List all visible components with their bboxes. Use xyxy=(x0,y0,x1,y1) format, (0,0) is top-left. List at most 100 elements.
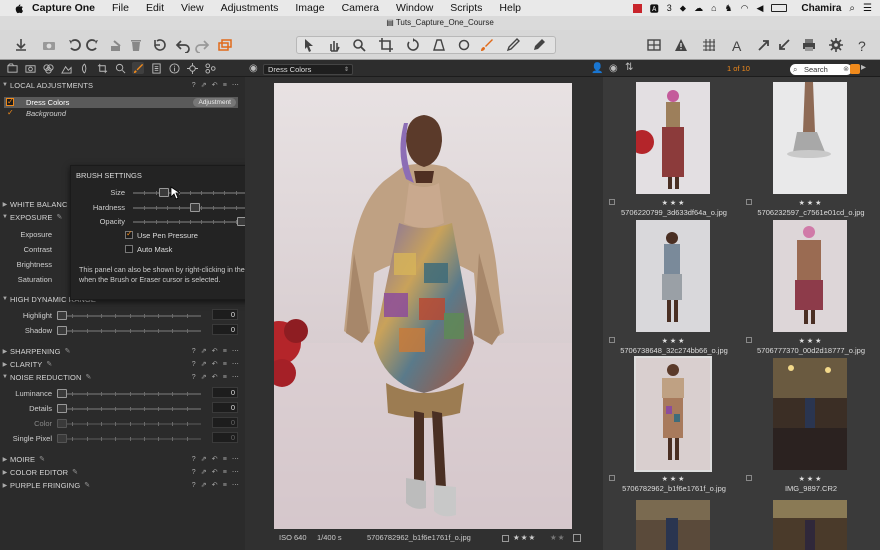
list-small-icon[interactable]: ≡ xyxy=(223,348,227,355)
grid-overlay-icon[interactable] xyxy=(700,36,718,54)
collapse-arrow-icon[interactable]: ▼ xyxy=(0,374,10,380)
thumbnail-cell[interactable]: ★★★ 5706220799_3d633df64a_o.jpg xyxy=(606,77,742,217)
cloud-icon[interactable]: ☁ xyxy=(694,3,703,14)
brush-hardness-slider[interactable] xyxy=(133,203,247,212)
thumbnail-image[interactable] xyxy=(773,358,847,470)
tab-details-icon[interactable] xyxy=(114,62,126,74)
rotate-left-icon[interactable] xyxy=(66,36,84,54)
shadow-value[interactable]: 0 xyxy=(212,324,238,335)
thumbnail-image[interactable] xyxy=(773,220,847,332)
more-icon[interactable]: ⋯ xyxy=(232,347,239,355)
reset-small-icon[interactable]: ↶ xyxy=(212,468,218,476)
user-name[interactable]: Chamira xyxy=(801,3,841,14)
user-icon[interactable]: 👤 xyxy=(591,63,603,74)
thumbnail-rating[interactable]: ★★★ xyxy=(606,337,742,345)
tab-metadata-icon[interactable] xyxy=(168,62,180,74)
eye-icon[interactable]: ◉ xyxy=(249,63,258,74)
layer-row-background[interactable]: ✓ Background xyxy=(4,108,238,119)
spotlight-icon[interactable]: ⌕ xyxy=(849,3,855,14)
color-editor-header[interactable]: ▶ COLOR EDITOR ✎ ? ⇗ ↶ ≡ ⋯ xyxy=(0,466,245,478)
redo-icon[interactable] xyxy=(193,36,211,54)
camera-icon[interactable] xyxy=(40,36,58,54)
tab-adjustments-icon[interactable] xyxy=(150,62,162,74)
single-pixel-slider[interactable] xyxy=(57,434,201,443)
zoom-icon[interactable] xyxy=(350,36,368,54)
use-pen-pressure-label[interactable]: Use Pen Pressure xyxy=(137,231,198,240)
luminance-value[interactable]: 0 xyxy=(212,387,238,398)
annotate-icon[interactable] xyxy=(530,36,548,54)
slider-knob[interactable] xyxy=(57,389,67,398)
ai-icon[interactable]: 🅰 xyxy=(650,2,659,15)
help-small-icon[interactable]: ? xyxy=(192,456,196,463)
reset-icon[interactable] xyxy=(150,36,168,54)
slider-knob[interactable] xyxy=(57,311,67,320)
list-small-icon[interactable]: ≡ xyxy=(223,482,227,489)
auto-mask-checkbox[interactable] xyxy=(125,245,133,253)
layer-row-dress-colors[interactable]: Dress Colors Adjustment xyxy=(4,96,238,108)
copy-adjustments-icon[interactable] xyxy=(107,36,125,54)
evernote-icon[interactable]: ♞ xyxy=(725,3,733,14)
copy-apply-icon[interactable] xyxy=(755,36,773,54)
list-small-icon[interactable]: ≡ xyxy=(223,456,227,463)
luminance-slider[interactable] xyxy=(57,389,201,398)
details-value[interactable]: 0 xyxy=(212,402,238,413)
red-square-icon[interactable] xyxy=(632,3,642,13)
expand-arrow-icon[interactable]: ▶ xyxy=(0,201,10,208)
copy-small-icon[interactable]: ⇗ xyxy=(201,468,207,476)
slider-knob[interactable] xyxy=(57,404,67,413)
moire-header[interactable]: ▶ MOIRE ✎ ? ⇗ ↶ ≡ ⋯ xyxy=(0,453,245,465)
settings-gear-icon[interactable] xyxy=(827,36,845,54)
copy-small-icon[interactable]: ⇗ xyxy=(201,373,207,381)
local-adjustments-header[interactable]: ▼ LOCAL ADJUSTMENTS ? ⇗ ↶ ≡ ⋯ xyxy=(0,79,245,91)
reset-small-icon[interactable]: ↶ xyxy=(212,455,218,463)
rotate-tool-icon[interactable] xyxy=(404,36,422,54)
expand-arrow-icon[interactable]: ▶ xyxy=(0,456,10,463)
slider-knob[interactable] xyxy=(159,188,169,197)
thumbnail-cell[interactable]: ★★★ IMG_9897.CR2 xyxy=(743,353,879,493)
select-cursor-icon[interactable] xyxy=(300,36,318,54)
reset-small-icon[interactable]: ↶ xyxy=(212,347,218,355)
brush-tool-icon[interactable] xyxy=(478,36,496,54)
import-icon[interactable] xyxy=(12,36,30,54)
reset-small-icon[interactable]: ↶ xyxy=(212,360,218,368)
slider-knob[interactable] xyxy=(57,434,67,443)
print-icon[interactable] xyxy=(800,36,818,54)
thumbnail-image-partial[interactable] xyxy=(773,500,847,550)
purple-fringing-header[interactable]: ▶ PURPLE FRINGING ✎ ? ⇗ ↶ ≡ ⋯ xyxy=(0,479,245,491)
color-noise-slider[interactable] xyxy=(57,419,201,428)
copy-small-icon[interactable]: ⇗ xyxy=(201,81,207,89)
tab-color-icon[interactable] xyxy=(42,62,54,74)
home-icon[interactable]: ⌂ xyxy=(711,3,716,13)
help-small-icon[interactable]: ? xyxy=(192,482,196,489)
menu-scripts[interactable]: Scripts xyxy=(450,2,482,14)
crop-icon[interactable] xyxy=(377,36,395,54)
search-field[interactable]: ⌕ Search ⊗ xyxy=(790,64,852,75)
auto-mask-label[interactable]: Auto Mask xyxy=(137,245,172,254)
layer-name[interactable]: Background xyxy=(26,108,66,119)
tab-capture-icon[interactable] xyxy=(24,62,36,74)
highlight-value[interactable]: 0 xyxy=(212,309,238,320)
thumbnail-image[interactable] xyxy=(634,356,712,472)
thumbnail-image-partial[interactable] xyxy=(636,500,710,550)
help-icon[interactable]: ? xyxy=(853,36,871,54)
thumbnail-rating[interactable]: ★★★ xyxy=(606,475,742,483)
tab-output-icon[interactable] xyxy=(186,62,198,74)
thumbnail-cell[interactable]: ★★★ 5706232597_c7561e01cd_o.jpg xyxy=(743,77,879,217)
shadow-slider[interactable] xyxy=(57,326,201,335)
copy-small-icon[interactable]: ⇗ xyxy=(201,347,207,355)
expand-arrow-icon[interactable]: ▶ xyxy=(0,348,10,355)
undo-icon[interactable] xyxy=(174,36,192,54)
apple-menu-icon[interactable] xyxy=(12,2,24,14)
text-overlay-icon[interactable]: A xyxy=(728,36,746,54)
thumbnail-cell[interactable]: ★★★ 5706738648_32c274bb66_o.jpg xyxy=(606,215,742,355)
thumbnail-rating[interactable]: ★★★ xyxy=(743,199,879,207)
tab-composition-icon[interactable] xyxy=(96,62,108,74)
layer-check-icon[interactable]: ✓ xyxy=(7,107,14,118)
menu-image[interactable]: Image xyxy=(295,2,324,14)
keystone-icon[interactable] xyxy=(430,36,448,54)
reset-small-icon[interactable]: ↶ xyxy=(212,373,218,381)
dropbox-icon[interactable]: ⬥ xyxy=(680,3,686,14)
list-small-icon[interactable]: ≡ xyxy=(223,361,227,368)
tab-local-adjustments-icon[interactable] xyxy=(132,62,144,74)
collapse-arrow-icon[interactable]: ▼ xyxy=(0,214,10,220)
